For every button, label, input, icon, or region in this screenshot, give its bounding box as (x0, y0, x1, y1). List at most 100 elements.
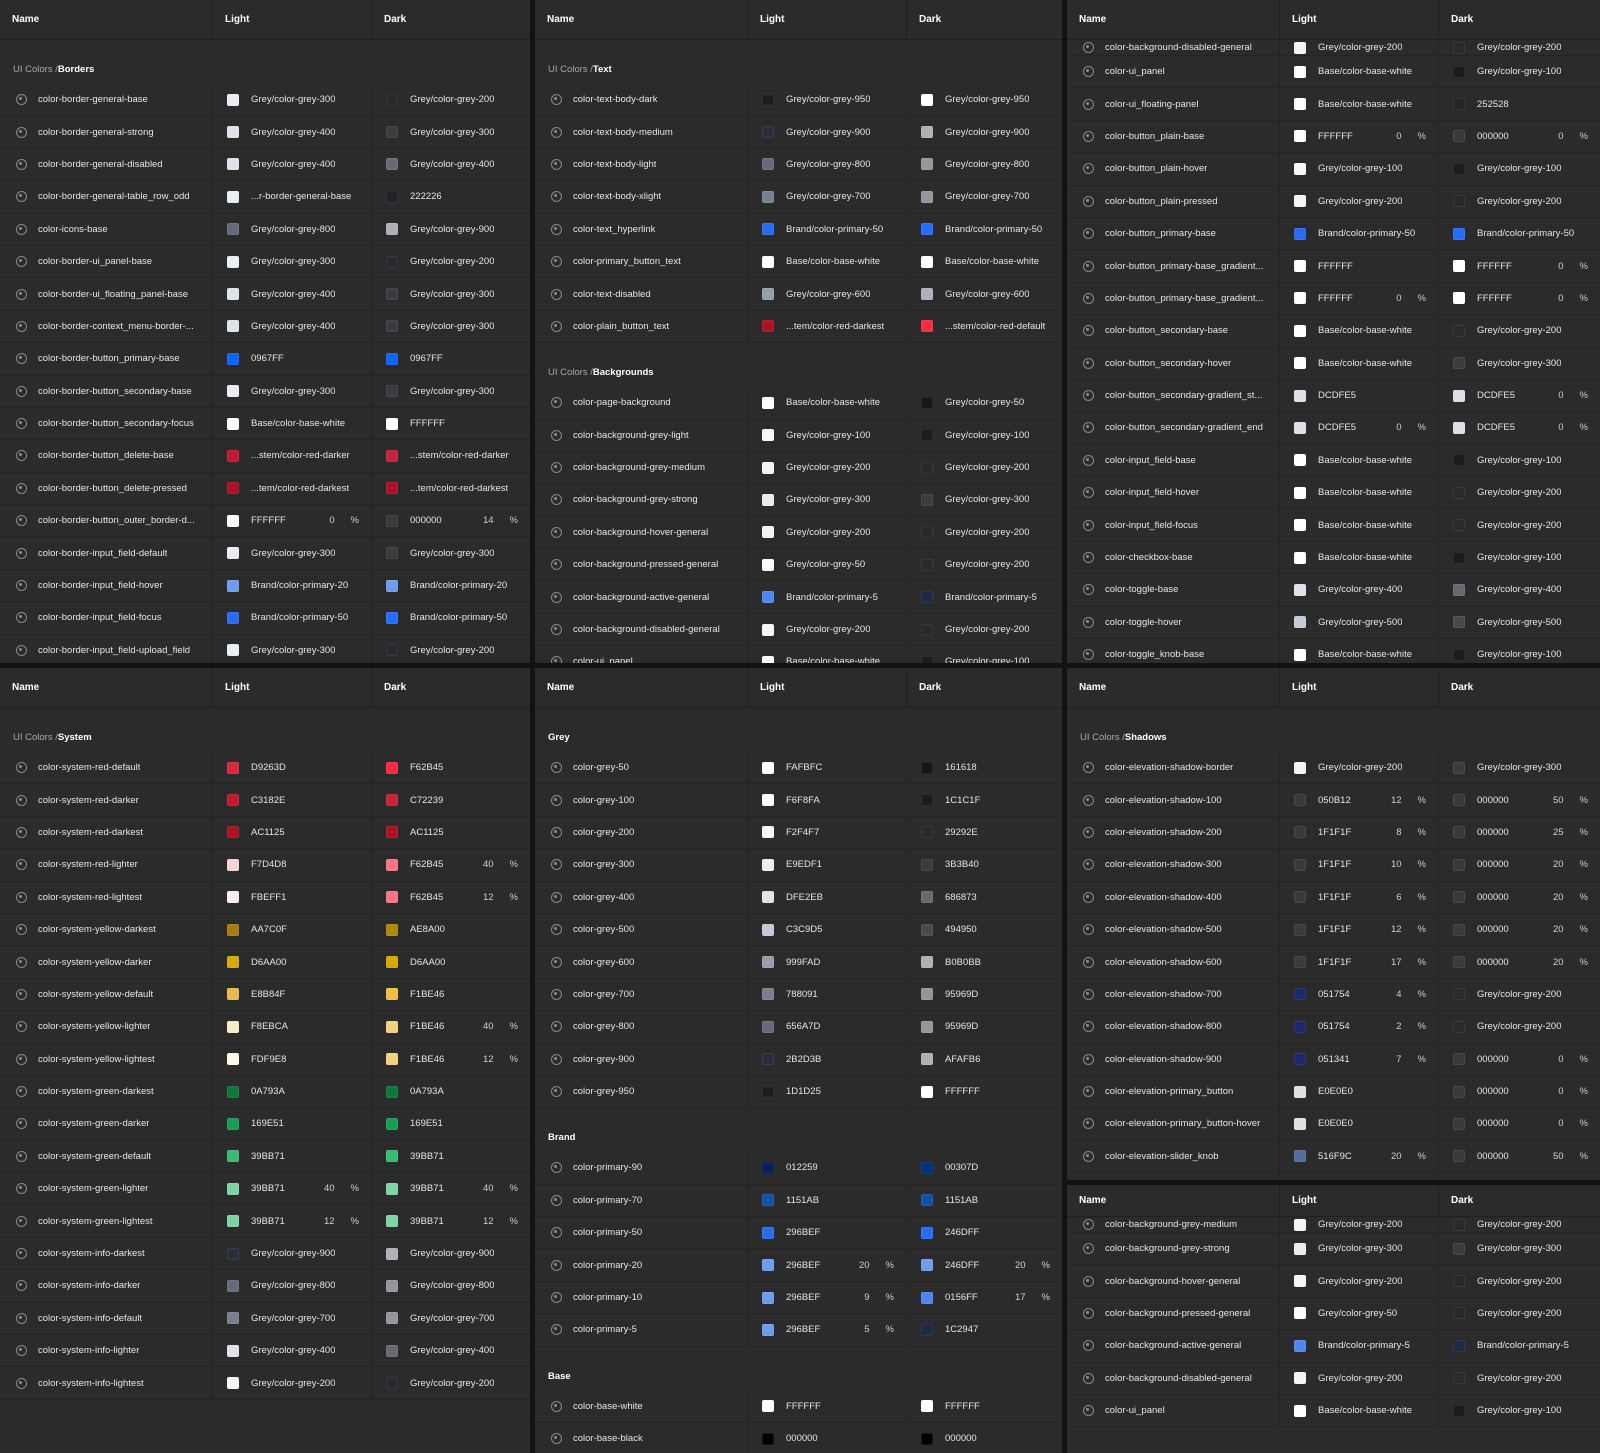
dark-value-cell[interactable]: 39BB71 40% (371, 1173, 530, 1205)
token-name-cell[interactable]: color-base-black (535, 1423, 747, 1453)
dark-color-swatch[interactable] (386, 891, 398, 904)
token-name-cell[interactable]: color-system-info-lighter (0, 1335, 212, 1366)
dark-value-cell[interactable]: 169E51 (371, 1108, 530, 1140)
token-row[interactable]: color-button_secondary-gradient_st... DCD… (1067, 379, 1600, 413)
token-name-cell[interactable]: color-text-body-dark (535, 84, 747, 115)
light-color-swatch[interactable] (762, 1226, 774, 1239)
token-row[interactable]: color-ui_panel Base/color-base-white Grey/… (535, 646, 1062, 663)
dark-color-swatch[interactable] (1453, 65, 1465, 78)
light-color-swatch[interactable] (1294, 324, 1306, 337)
dark-color-swatch[interactable] (1453, 1150, 1465, 1163)
dark-value-cell[interactable]: 686873 (906, 881, 1062, 913)
token-row[interactable]: color-primary_button_text Base/color-base… (535, 245, 1062, 279)
token-row[interactable]: color-background-hover-general Grey/color… (1067, 1265, 1600, 1298)
token-name-cell[interactable]: color-button_plain-pressed (1067, 186, 1279, 217)
token-name-cell[interactable]: color-ui_panel (535, 646, 747, 663)
token-name-cell[interactable]: color-system-yellow-lighter (0, 1011, 212, 1042)
dark-value-cell[interactable]: 000000 (906, 1423, 1062, 1453)
token-name-cell[interactable]: color-background-grey-strong (1067, 1233, 1279, 1264)
token-row[interactable]: color-background-grey-strong Grey/color-g… (535, 484, 1062, 517)
dark-color-swatch[interactable] (921, 93, 933, 106)
token-row[interactable]: color-background-disabled-general Grey/co… (1067, 40, 1600, 56)
dark-value-cell[interactable]: Brand/color-primary-5 (906, 581, 1062, 613)
dark-value-cell[interactable]: FFFFFF (371, 407, 530, 440)
light-value-cell[interactable]: Base/color-base-white (747, 387, 906, 419)
light-value-cell[interactable]: 2B2D3B (747, 1043, 906, 1075)
dark-value-cell[interactable]: 0A793A (371, 1075, 530, 1108)
token-name-cell[interactable]: color-border-ui_floating_panel-base (0, 278, 212, 309)
dark-value-cell[interactable]: 000000 50% (1438, 784, 1600, 816)
dark-color-swatch[interactable] (1453, 794, 1465, 807)
light-value-cell[interactable]: F6F8FA (747, 784, 906, 816)
token-name-cell[interactable]: color-grey-100 (535, 784, 747, 815)
dark-value-cell[interactable]: Grey/color-grey-100 (1438, 444, 1600, 477)
token-name-cell[interactable]: color-primary-10 (535, 1282, 747, 1313)
token-name-cell[interactable]: color-border-button_outer_border-d... (0, 505, 212, 536)
dark-value-cell[interactable]: Grey/color-grey-200 (1438, 1265, 1600, 1297)
dark-color-swatch[interactable] (1453, 519, 1465, 532)
dark-color-swatch[interactable] (386, 1085, 398, 1098)
light-color-swatch[interactable] (227, 1279, 239, 1292)
light-color-swatch[interactable] (227, 1312, 239, 1325)
light-color-swatch[interactable] (227, 223, 239, 236)
light-opacity[interactable]: 0% (1384, 422, 1426, 433)
token-name-cell[interactable]: color-primary-20 (535, 1249, 747, 1280)
token-name-cell[interactable]: color-ui_panel (1067, 56, 1279, 87)
light-value-cell[interactable]: Base/color-base-white (747, 646, 906, 663)
light-value-cell[interactable]: F7D4D8 (212, 849, 371, 881)
dark-color-swatch[interactable] (386, 158, 398, 171)
light-color-swatch[interactable] (762, 591, 774, 604)
light-value-cell[interactable]: FFFFFF 0% (1279, 282, 1438, 315)
light-color-swatch[interactable] (227, 891, 239, 904)
token-name-cell[interactable]: color-toggle-base (1067, 574, 1279, 605)
dark-color-swatch[interactable] (921, 794, 933, 807)
token-name-cell[interactable]: color-elevation-primary_button-hover (1067, 1108, 1279, 1139)
dark-opacity[interactable]: 50% (1546, 1151, 1588, 1162)
light-opacity[interactable]: 12% (317, 1216, 359, 1227)
dark-value-cell[interactable]: 000000 14% (371, 505, 530, 537)
light-color-swatch[interactable] (1294, 1275, 1306, 1288)
light-value-cell[interactable]: 0967FF (212, 343, 371, 375)
token-row[interactable]: color-grey-900 2B2D3B AFAFB6 (535, 1043, 1062, 1076)
token-name-cell[interactable]: color-system-green-default (0, 1141, 212, 1172)
dark-color-swatch[interactable] (1453, 130, 1465, 143)
light-value-cell[interactable]: Base/color-base-white (1279, 444, 1438, 477)
token-name-cell[interactable]: color-page-background (535, 387, 747, 418)
dark-value-cell[interactable]: Grey/color-grey-100 (906, 419, 1062, 451)
token-row[interactable]: color-page-background Base/color-base-whi… (535, 387, 1062, 420)
token-row[interactable]: color-background-active-general Brand/col… (535, 581, 1062, 614)
light-color-swatch[interactable] (762, 1259, 774, 1272)
column-header-light[interactable]: Light (212, 0, 371, 39)
token-row[interactable]: color-elevation-shadow-500 1F1F1F 12% 00000… (1067, 913, 1600, 947)
dark-value-cell[interactable]: DCDFE5 0% (1438, 412, 1600, 444)
dark-value-cell[interactable]: 246DFF 20% (906, 1249, 1062, 1281)
token-name-cell[interactable]: color-border-button_delete-base (0, 440, 212, 471)
light-color-swatch[interactable] (762, 988, 774, 1001)
light-value-cell[interactable]: ...stem/color-red-darker (212, 440, 371, 472)
dark-opacity[interactable]: 14% (476, 515, 518, 526)
column-header-light[interactable]: Light (747, 0, 906, 39)
dark-value-cell[interactable]: 000000 0% (1438, 1108, 1600, 1140)
token-name-cell[interactable]: color-system-green-lighter (0, 1173, 212, 1204)
light-color-swatch[interactable] (1294, 1218, 1306, 1231)
light-value-cell[interactable]: Grey/color-grey-50 (747, 549, 906, 581)
light-color-swatch[interactable] (762, 794, 774, 807)
column-header-name[interactable]: Name (0, 668, 212, 707)
dark-value-cell[interactable]: Grey/color-grey-600 (906, 278, 1062, 310)
light-value-cell[interactable]: Base/color-base-white (212, 407, 371, 440)
token-name-cell[interactable]: color-primary-50 (535, 1217, 747, 1248)
light-value-cell[interactable]: Grey/color-grey-400 (212, 310, 371, 343)
light-opacity[interactable]: 6% (1384, 892, 1426, 903)
light-color-swatch[interactable] (227, 1182, 239, 1195)
light-value-cell[interactable]: Grey/color-grey-400 (1279, 574, 1438, 606)
light-color-swatch[interactable] (227, 1247, 239, 1260)
token-row[interactable]: color-text_hyperlink Brand/color-primary-… (535, 213, 1062, 246)
token-row[interactable]: color-background-hover-general Grey/color… (535, 516, 1062, 550)
light-color-swatch[interactable] (1294, 260, 1306, 273)
light-color-swatch[interactable] (227, 449, 239, 462)
light-value-cell[interactable]: Base/color-base-white (1279, 639, 1438, 663)
light-color-swatch[interactable] (762, 891, 774, 904)
light-color-swatch[interactable] (762, 255, 774, 268)
column-header-name[interactable]: Name (1067, 0, 1279, 39)
token-row[interactable]: color-border-input_field-hover Brand/colo… (0, 569, 530, 603)
